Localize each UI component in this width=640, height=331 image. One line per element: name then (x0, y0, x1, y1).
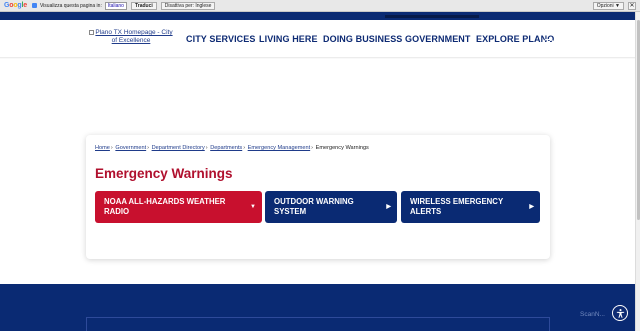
tile-label: NOAA ALL-HAZARDS WEATHER RADIO (104, 197, 226, 216)
chevron-down-icon: ▼ (250, 204, 256, 210)
breadcrumb-emergency-management[interactable]: Emergency Management (248, 145, 311, 151)
breadcrumb-home[interactable]: Home (95, 145, 110, 151)
nav-explore-plano[interactable]: EXPLORE PLANO (476, 34, 554, 44)
tile-outdoor-warning-system[interactable]: OUTDOOR WARNING SYSTEM ▶ (265, 191, 397, 223)
top-strip (0, 12, 640, 20)
tile-label: WIRELESS EMERGENCY ALERTS (410, 197, 503, 216)
scrollbar[interactable] (635, 12, 640, 331)
accessibility-icon (616, 308, 624, 318)
breadcrumb-separator: › (311, 145, 314, 151)
language-select[interactable]: Italiano (104, 1, 127, 10)
gov-websites-credit[interactable]: Government Websites by (544, 38, 620, 44)
translate-button[interactable]: Traduci (130, 1, 157, 10)
breadcrumb-departments[interactable]: Departments (210, 145, 242, 151)
tile-wireless-emergency-alerts[interactable]: WIRELESS EMERGENCY ALERTS ▶ (401, 191, 540, 223)
scan-watermark: ScanN... (580, 311, 605, 318)
page-title: Emergency Warnings (95, 166, 233, 181)
breadcrumb-separator: › (243, 145, 246, 151)
breadcrumb-separator: › (110, 145, 113, 151)
breadcrumb-government[interactable]: Government (115, 145, 146, 151)
footer-inner-box (86, 317, 550, 331)
disable-translate-button[interactable]: Disattiva per: Inglese (160, 1, 216, 10)
tile-label: OUTDOOR WARNING SYSTEM (274, 197, 354, 216)
nav-government[interactable]: GOVERNMENT (405, 34, 471, 44)
content-card: Home› Government› Department Directory› … (86, 135, 550, 259)
nav-city-services[interactable]: CITY SERVICES (186, 34, 256, 44)
breadcrumb-separator: › (205, 145, 208, 151)
link-icon (544, 38, 554, 44)
nav-living-here[interactable]: LIVING HERE (259, 34, 318, 44)
breadcrumb-current: Emergency Warnings (315, 145, 369, 151)
site-footer (0, 284, 640, 331)
nav-doing-business[interactable]: DOING BUSINESS (323, 34, 402, 44)
translate-options-button[interactable]: Opzioni ▼ (592, 1, 624, 10)
google-translate-bar: Google Visualizza questa pagina in: Ital… (0, 0, 640, 12)
close-icon[interactable]: ✕ (628, 1, 636, 10)
gov-websites-label: Government Websites by (557, 38, 620, 44)
chevron-right-icon: ▶ (386, 204, 391, 210)
breadcrumb-separator: › (147, 145, 150, 151)
chevron-right-icon: ▶ (529, 204, 534, 210)
translate-icon (31, 3, 37, 8)
translate-prompt: Visualizza questa pagina in: (39, 2, 102, 9)
top-strip-accent (385, 15, 479, 18)
page: Google Visualizza questa pagina in: Ital… (0, 0, 640, 331)
breadcrumb: Home› Government› Department Directory› … (95, 145, 369, 151)
breadcrumb-department-directory[interactable]: Department Directory (152, 145, 205, 151)
google-logo: Google (4, 2, 27, 9)
accessibility-button[interactable] (612, 305, 628, 321)
tile-noaa-weather-radio[interactable]: NOAA ALL-HAZARDS WEATHER RADIO ▼ (95, 191, 262, 223)
